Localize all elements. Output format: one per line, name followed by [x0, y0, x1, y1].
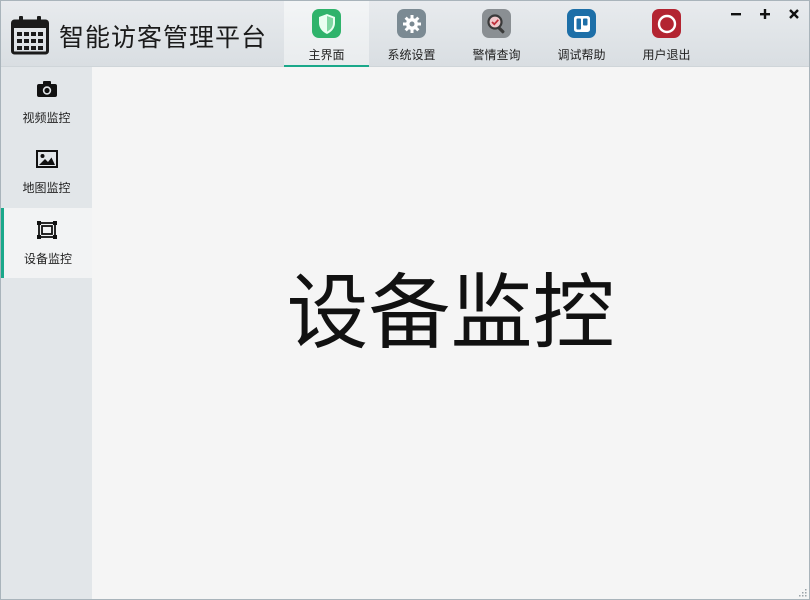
title-bar: 智能访客管理平台 主界面 系统设置 警情查询 调试帮助 用户退出: [1, 1, 809, 67]
camera-icon: [35, 79, 59, 99]
sidebar-item-device-monitor[interactable]: 设备监控: [1, 208, 92, 278]
board-icon: [567, 9, 596, 38]
sidebar-item-map-monitor[interactable]: 地图监控: [1, 137, 92, 207]
tab-debug-help-label: 调试帮助: [557, 48, 606, 62]
minimize-icon[interactable]: [727, 5, 745, 23]
calendar-icon: [11, 16, 49, 55]
close-icon[interactable]: [785, 5, 803, 23]
power-icon: [652, 9, 681, 38]
resize-grip-icon[interactable]: [799, 589, 807, 597]
tab-system-settings-label: 系统设置: [387, 48, 436, 62]
sidebar: 视频监控 地图监控 设备监控: [1, 67, 92, 599]
sidebar-item-video-monitor[interactable]: 视频监控: [1, 67, 92, 137]
maximize-icon[interactable]: [756, 5, 774, 23]
tab-alarm-query[interactable]: 警情查询: [454, 1, 539, 67]
tab-main[interactable]: 主界面: [284, 1, 369, 67]
tab-debug-help[interactable]: 调试帮助: [539, 1, 624, 67]
tab-main-label: 主界面: [308, 48, 345, 62]
main-content: 设备监控: [92, 67, 809, 599]
device-frame-icon: [35, 220, 59, 240]
shield-icon: [312, 9, 341, 38]
image-icon: [35, 149, 59, 169]
sidebar-item-label: 地图监控: [22, 181, 71, 195]
tab-user-logout-label: 用户退出: [642, 48, 691, 62]
sidebar-item-label: 视频监控: [22, 111, 71, 125]
tab-alarm-query-label: 警情查询: [472, 48, 521, 62]
main-nav: 主界面 系统设置 警情查询 调试帮助 用户退出: [284, 1, 709, 67]
page-title: 设备监控: [286, 266, 615, 361]
app-title: 智能访客管理平台: [59, 23, 268, 52]
sidebar-item-label: 设备监控: [23, 252, 72, 266]
gear-icon: [397, 9, 426, 38]
tab-system-settings[interactable]: 系统设置: [369, 1, 454, 67]
magnifier-icon: [482, 9, 511, 38]
tab-user-logout[interactable]: 用户退出: [624, 1, 709, 67]
app-window: 智能访客管理平台 主界面 系统设置 警情查询 调试帮助 用户退出 视频监控 地图…: [0, 0, 810, 600]
